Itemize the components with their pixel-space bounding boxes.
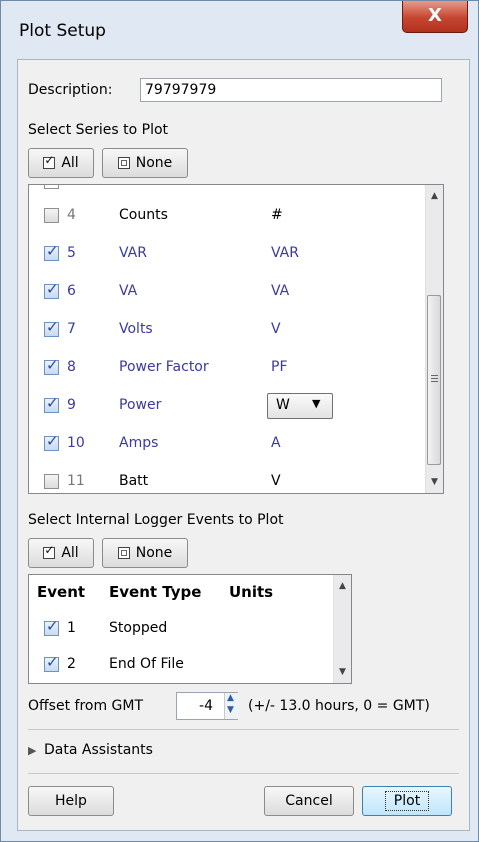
help-button[interactable]: Help [28, 786, 114, 816]
events-all-button[interactable]: All [28, 538, 94, 568]
cancel-button[interactable]: Cancel [264, 786, 354, 816]
uncheck-all-icon [117, 157, 130, 169]
event-row[interactable]: 1 Stopped [29, 611, 333, 645]
dialog-window: Plot Setup X Description: 79797979 Selec… [0, 0, 479, 842]
unit-dropdown[interactable]: W ▼ [267, 393, 333, 419]
offset-label: Offset from GMT [28, 698, 144, 714]
dropdown-arrow-icon: ▼ [312, 397, 321, 410]
event-type: End Of File [109, 656, 184, 672]
events-table[interactable]: Event Event Type Units 1 Stopped 2 End O… [28, 574, 352, 684]
series-unit: V [271, 473, 281, 489]
separator [28, 729, 459, 730]
spin-up-icon[interactable]: ▲ [227, 693, 234, 703]
scroll-down-icon[interactable]: ▼ [426, 477, 443, 487]
partial-row-checkbox [44, 185, 59, 189]
series-heading: Select Series to Plot [28, 122, 169, 138]
description-input[interactable]: 79797979 [140, 78, 442, 102]
series-all-label: All [61, 155, 79, 171]
events-scrollbar[interactable]: ▲ ▼ [333, 575, 351, 683]
series-checkbox[interactable] [44, 280, 59, 299]
spin-down-icon[interactable]: ▼ [227, 705, 234, 715]
series-unit: VAR [271, 245, 299, 261]
expand-arrow-icon[interactable]: ▶ [28, 744, 36, 757]
series-name: Batt [119, 473, 149, 489]
events-all-label: All [61, 545, 79, 561]
series-unit: PF [271, 359, 288, 375]
event-number: 2 [67, 656, 76, 672]
scroll-thumb[interactable] [427, 295, 441, 465]
column-header-event: Event [37, 583, 86, 601]
event-row[interactable]: 2 End Of File [29, 647, 333, 681]
scroll-down-icon[interactable]: ▼ [334, 667, 351, 677]
series-all-button[interactable]: All [28, 148, 94, 178]
column-header-event-type: Event Type [109, 583, 202, 601]
series-checkbox[interactable] [44, 432, 59, 451]
plot-label: Plot [384, 791, 430, 811]
series-name: Power Factor [119, 359, 209, 375]
offset-spinner[interactable]: ▲ ▼ [224, 693, 239, 719]
scroll-up-icon[interactable]: ▲ [426, 191, 443, 201]
events-none-button[interactable]: None [102, 538, 188, 568]
series-row[interactable]: 4 Counts # [29, 197, 425, 235]
series-name: Volts [119, 321, 153, 337]
series-row[interactable]: 11 Batt V [29, 463, 425, 493]
series-name: VAR [119, 245, 147, 261]
series-none-button[interactable]: None [102, 148, 188, 178]
check-all-icon [43, 543, 56, 559]
event-type: Stopped [109, 620, 168, 636]
check-all-icon [43, 153, 56, 169]
series-name: Counts [119, 207, 168, 223]
series-name: Amps [119, 435, 159, 451]
data-assistants-toggle[interactable]: Data Assistants [44, 742, 153, 758]
series-checkbox[interactable] [44, 242, 59, 261]
scroll-up-icon[interactable]: ▲ [334, 581, 351, 591]
series-checkbox[interactable] [44, 318, 59, 337]
series-number: 9 [67, 397, 76, 413]
series-unit: # [271, 207, 283, 223]
series-checkbox[interactable] [44, 208, 59, 223]
separator [28, 773, 459, 774]
series-scrollbar[interactable]: ▲ ▼ [425, 185, 443, 493]
series-number: 10 [67, 435, 85, 451]
series-number: 6 [67, 283, 76, 299]
series-row[interactable]: 7 Volts V [29, 311, 425, 349]
series-row[interactable]: 10 Amps A [29, 425, 425, 463]
series-checkbox[interactable] [44, 474, 59, 489]
uncheck-all-icon [117, 547, 130, 559]
series-checkbox[interactable] [44, 356, 59, 375]
title-bar[interactable]: Plot Setup X [1, 1, 478, 51]
series-checkbox[interactable] [44, 394, 59, 413]
series-number: 11 [67, 473, 85, 489]
unit-dropdown-value: W [276, 397, 290, 413]
column-header-units: Units [229, 583, 274, 601]
series-name: Power [119, 397, 162, 413]
series-none-label: None [135, 155, 173, 171]
series-number: 7 [67, 321, 76, 337]
series-number: 8 [67, 359, 76, 375]
series-unit: A [271, 435, 281, 451]
series-row[interactable]: 9 Power W ▼ [29, 387, 425, 425]
series-list[interactable]: 4 Counts # 5 VAR VAR 6 VA VA 7 Volts V [28, 184, 444, 494]
event-number: 1 [67, 620, 76, 636]
series-number: 4 [67, 207, 76, 223]
events-heading: Select Internal Logger Events to Plot [28, 512, 284, 528]
offset-hint: (+/- 13.0 hours, 0 = GMT) [248, 698, 430, 714]
event-checkbox[interactable] [44, 653, 59, 672]
window-title: Plot Setup [19, 21, 106, 41]
series-name: VA [119, 283, 138, 299]
description-label: Description: [28, 82, 113, 98]
event-checkbox[interactable] [44, 617, 59, 636]
dialog-body: Description: 79797979 Select Series to P… [17, 59, 470, 831]
series-row[interactable]: 6 VA VA [29, 273, 425, 311]
series-unit: VA [271, 283, 290, 299]
cancel-label: Cancel [285, 793, 333, 809]
help-label: Help [55, 793, 87, 809]
series-unit: V [271, 321, 281, 337]
series-row[interactable]: 8 Power Factor PF [29, 349, 425, 387]
plot-button[interactable]: Plot [362, 786, 452, 816]
close-button[interactable]: X [402, 1, 468, 33]
series-row[interactable]: 5 VAR VAR [29, 235, 425, 273]
events-none-label: None [135, 545, 173, 561]
series-number: 5 [67, 245, 76, 261]
